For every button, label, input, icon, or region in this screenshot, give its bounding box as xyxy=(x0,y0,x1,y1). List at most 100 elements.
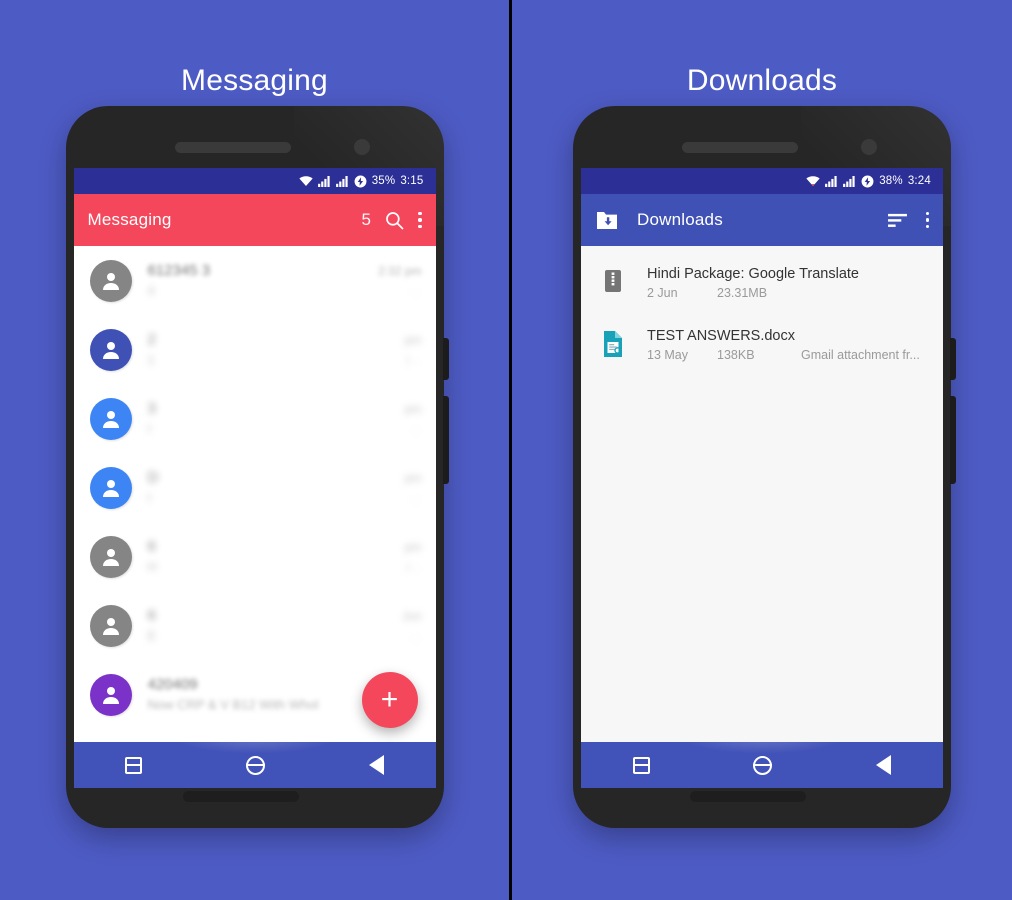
phone-mockup-messaging: 35% 3:15 Messaging 5 612345 3 4 2:32 pm … xyxy=(65,106,449,828)
volume-button[interactable] xyxy=(950,396,956,484)
message-time: pm xyxy=(404,540,422,554)
message-preview: 1 xyxy=(147,352,155,367)
archive-file-icon xyxy=(599,264,627,294)
phone-mockup-downloads: 38% 3:24 Downloads Hindi Package: Google… xyxy=(573,106,956,828)
message-preview: I xyxy=(147,490,152,505)
message-preview: Now CRP & V B12 With Whol xyxy=(147,697,319,712)
contact-name: 2 xyxy=(147,331,156,348)
avatar xyxy=(89,259,132,302)
list-item[interactable]: TEST ANSWERS.docx 13 May 138KB Gmail att… xyxy=(581,314,943,376)
app-bar-title: Messaging xyxy=(87,210,172,229)
phone-screen-messaging: 35% 3:15 Messaging 5 612345 3 4 2:32 pm … xyxy=(73,168,436,788)
earpiece-speaker xyxy=(682,142,798,153)
message-preview: 4 xyxy=(147,283,155,298)
message-time: pm xyxy=(404,471,422,485)
app-bar-downloads: Downloads xyxy=(581,194,943,246)
contact-name: 420409 xyxy=(147,676,198,693)
wifi-icon xyxy=(806,175,820,187)
message-preview: E xyxy=(147,628,157,643)
panel-title-messaging: Messaging xyxy=(181,64,328,97)
unread-count: 5 xyxy=(361,210,371,229)
table-row[interactable]: 6 E Jun … xyxy=(74,591,436,660)
contact-name: 612345 3 xyxy=(147,262,211,279)
table-row[interactable]: 2 1 pm )… xyxy=(74,315,436,384)
battery-charging-icon xyxy=(861,175,874,188)
message-preview: H xyxy=(147,559,157,574)
bottom-speaker xyxy=(690,791,806,802)
earpiece-speaker xyxy=(174,142,291,153)
front-camera xyxy=(353,139,370,155)
table-row[interactable]: D I pm … xyxy=(74,453,436,522)
message-sub: … xyxy=(409,490,422,504)
avatar xyxy=(89,535,132,578)
wifi-icon xyxy=(299,175,313,187)
contact-name: 3 xyxy=(147,400,156,417)
home-button[interactable] xyxy=(753,755,773,775)
status-bar: 35% 3:15 xyxy=(73,168,436,194)
avatar xyxy=(89,397,132,440)
app-bar-messaging: Messaging 5 xyxy=(73,194,436,246)
app-bar-title: Downloads xyxy=(637,210,723,229)
contact-name: 6 xyxy=(147,538,156,555)
navigation-bar xyxy=(73,742,436,788)
battery-percent: 35% xyxy=(371,175,396,187)
back-button[interactable] xyxy=(876,755,892,775)
download-date: 13 May xyxy=(647,348,688,362)
avatar xyxy=(89,673,132,716)
overflow-menu-icon[interactable] xyxy=(925,211,929,229)
download-title: TEST ANSWERS.docx xyxy=(647,328,795,344)
navigation-bar xyxy=(581,742,943,788)
status-time: 3:15 xyxy=(400,175,424,187)
avatar xyxy=(89,466,132,509)
signal-bars-icon-2 xyxy=(335,175,349,187)
message-sub: )… xyxy=(405,559,422,573)
power-button[interactable] xyxy=(950,338,956,380)
message-time: Jun xyxy=(402,609,422,623)
home-button[interactable] xyxy=(245,755,265,775)
panel-title-downloads: Downloads xyxy=(686,64,838,97)
battery-percent: 38% xyxy=(879,175,903,187)
message-list[interactable]: 612345 3 4 2:32 pm … 2 1 pm)… 3 I pm … … xyxy=(73,246,436,742)
recents-button[interactable] xyxy=(632,756,650,774)
battery-charging-icon xyxy=(354,175,367,188)
download-source: Gmail attachment fr... xyxy=(801,348,920,362)
table-row[interactable]: 6 H pm )… xyxy=(74,522,436,591)
message-preview: I xyxy=(147,421,152,436)
phone-screen-downloads: 38% 3:24 Downloads Hindi Package: Google… xyxy=(581,168,943,788)
message-sub: … xyxy=(409,628,422,642)
avatar xyxy=(89,328,132,371)
front-camera xyxy=(861,139,877,155)
status-bar: 38% 3:24 xyxy=(581,168,943,194)
search-icon[interactable] xyxy=(385,211,404,230)
signal-bars-icon xyxy=(825,175,838,187)
avatar xyxy=(89,604,132,647)
downloads-list[interactable]: Hindi Package: Google Translate 2 Jun 23… xyxy=(581,246,943,742)
document-file-icon xyxy=(599,326,627,358)
back-button[interactable] xyxy=(368,755,384,775)
recents-button[interactable] xyxy=(125,756,143,774)
download-title: Hindi Package: Google Translate xyxy=(647,266,859,282)
power-button[interactable] xyxy=(442,338,449,380)
list-item[interactable]: Hindi Package: Google Translate 2 Jun 23… xyxy=(581,252,943,314)
bottom-speaker xyxy=(182,791,299,802)
table-row[interactable]: 3 I pm … xyxy=(74,384,436,453)
message-time: pm xyxy=(404,333,422,347)
message-time: pm xyxy=(404,402,422,416)
downloads-panel: Downloads 38% 3:24 Downloads Hindi Packa… xyxy=(512,0,1012,900)
download-date: 2 Jun xyxy=(647,286,678,300)
contact-name: 6 xyxy=(147,607,156,624)
message-sub: … xyxy=(409,421,422,435)
volume-button[interactable] xyxy=(442,396,449,484)
contact-name: D xyxy=(147,469,159,486)
new-message-fab[interactable]: + xyxy=(361,672,418,728)
status-time: 3:24 xyxy=(907,175,931,187)
overflow-menu-icon[interactable] xyxy=(418,211,422,229)
signal-bars-icon-2 xyxy=(843,175,856,187)
table-row[interactable]: 612345 3 4 2:32 pm … xyxy=(74,246,436,315)
messaging-panel: Messaging 35% 3:15 Messaging 5 612345 3 … xyxy=(0,0,509,900)
signal-bars-icon xyxy=(317,175,331,187)
download-size: 138KB xyxy=(717,348,755,362)
sort-icon[interactable] xyxy=(887,212,908,229)
message-time: 2:32 pm xyxy=(378,264,422,278)
message-sub: )… xyxy=(405,352,422,366)
